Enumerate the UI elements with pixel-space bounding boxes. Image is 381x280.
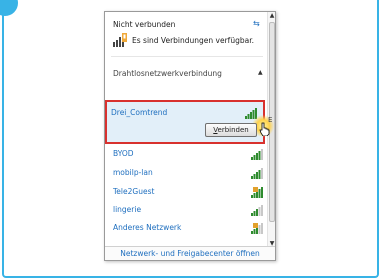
network-name: mobilp-lan	[113, 168, 153, 177]
network-center-link[interactable]: Netzwerk- und Freigabecenter öffnen	[105, 246, 275, 260]
section-label: Drahtlosnetzwerkverbindung	[113, 69, 222, 78]
network-item[interactable]: lingerie	[113, 205, 263, 218]
selected-network-item[interactable]: Drei_Comtrend Verbinden	[105, 100, 274, 144]
network-name: Drei_Comtrend	[111, 108, 168, 117]
signal-strength-icon	[251, 168, 263, 179]
network-item[interactable]: BYOD	[113, 149, 263, 162]
hand-cursor-icon	[259, 122, 270, 136]
separator	[111, 56, 263, 57]
signal-unavailable-icon	[113, 33, 127, 47]
network-name: Tele2Guest	[113, 187, 155, 196]
side-mark: E	[268, 116, 273, 124]
availability-message: Es sind Verbindungen verfügbar.	[132, 36, 254, 45]
connection-status: Nicht verbunden	[113, 20, 176, 29]
network-item[interactable]: Anderes Netzwerk	[113, 223, 263, 236]
connect-label: erbinden	[217, 126, 249, 134]
network-flyout: ▲ ▼ Nicht verbunden ⇆ Es sind Verbindung…	[104, 11, 276, 261]
signal-strength-icon	[251, 205, 263, 216]
network-name: lingerie	[113, 205, 142, 214]
signal-strength-icon	[251, 149, 263, 160]
scroll-up-icon[interactable]: ▲	[268, 12, 276, 20]
collapse-icon[interactable]: ▲	[258, 69, 263, 76]
connect-button[interactable]: Verbinden	[205, 123, 257, 137]
secured-signal-icon	[251, 223, 263, 234]
network-item[interactable]: Tele2Guest	[113, 187, 263, 200]
network-item[interactable]: mobilp-lan	[113, 168, 263, 181]
network-name: Anderes Netzwerk	[113, 223, 182, 232]
network-name: BYOD	[113, 149, 134, 158]
secured-signal-icon	[251, 187, 263, 198]
refresh-icon[interactable]: ⇆	[253, 19, 260, 28]
